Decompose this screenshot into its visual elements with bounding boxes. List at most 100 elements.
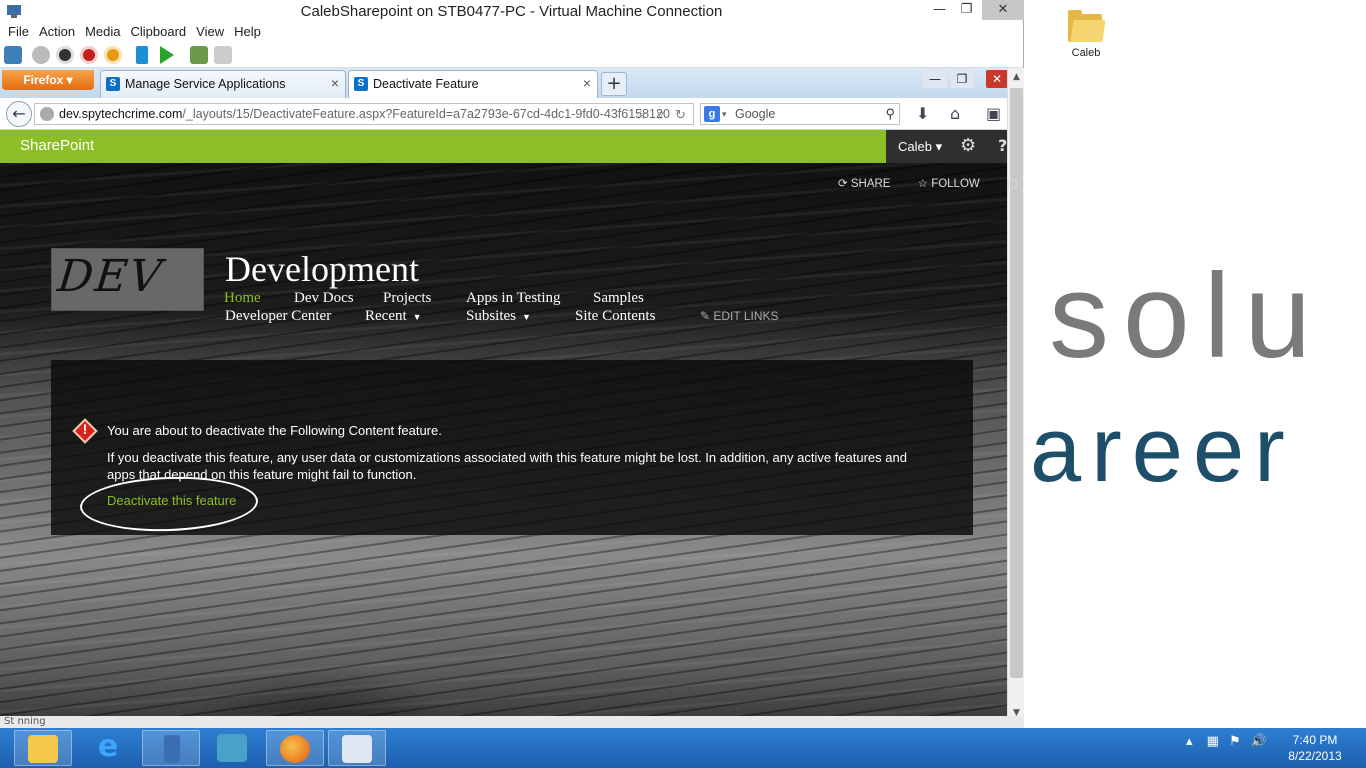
browser-restore-button[interactable]: ❐ bbox=[950, 70, 974, 88]
nav-dev-docs[interactable]: Dev Docs bbox=[294, 290, 354, 307]
turn-off-icon[interactable] bbox=[56, 46, 74, 64]
volume-icon[interactable]: 🔊 bbox=[1251, 734, 1267, 749]
edit-links-button[interactable]: ✎ EDIT LINKS bbox=[700, 309, 779, 323]
nav-home[interactable]: Home bbox=[224, 290, 261, 307]
close-button[interactable]: ✕ bbox=[982, 0, 1024, 20]
folder-icon bbox=[28, 735, 58, 763]
taskbar: e ▴ ▦ ⚑ 🔊 7:40 PM 8/22/2013 bbox=[0, 728, 1366, 768]
vm-menu-bar: File Action Media Clipboard View Help bbox=[0, 22, 1023, 42]
share-button[interactable]: ⟳ SHARE bbox=[838, 178, 902, 190]
tab-bar: Firefox ▾ S Manage Service Applications … bbox=[0, 68, 1024, 98]
nav-projects[interactable]: Projects bbox=[383, 290, 431, 307]
tab-manage-service-applications[interactable]: S Manage Service Applications × bbox=[100, 70, 346, 98]
taskbar-internet-explorer[interactable]: e bbox=[80, 730, 138, 766]
site-title[interactable]: Development bbox=[225, 248, 419, 290]
new-tab-button[interactable]: + bbox=[601, 72, 627, 96]
bookmark-star-icon[interactable]: ☆ bbox=[635, 105, 647, 124]
warning-message: You are about to deactivate the Followin… bbox=[107, 423, 442, 438]
nav-subsites[interactable]: Subsites ▼ bbox=[466, 308, 531, 325]
google-icon[interactable]: g bbox=[704, 106, 720, 122]
search-icon[interactable]: ⚲ bbox=[885, 104, 895, 124]
menu-help[interactable]: Help bbox=[230, 22, 267, 42]
nav-apps-in-testing[interactable]: Apps in Testing bbox=[466, 290, 561, 307]
ctrl-alt-del-icon[interactable] bbox=[4, 46, 22, 64]
nav-site-contents[interactable]: Site Contents bbox=[575, 308, 655, 325]
tab-close-icon[interactable]: × bbox=[583, 75, 591, 91]
menu-action[interactable]: Action bbox=[35, 22, 81, 42]
taskbar-firefox[interactable] bbox=[266, 730, 324, 766]
taskbar-file-explorer[interactable] bbox=[14, 730, 72, 766]
reload-icon[interactable]: ↻ bbox=[675, 105, 686, 124]
browser-close-button[interactable]: ✕ bbox=[986, 70, 1008, 88]
shutdown-icon[interactable] bbox=[80, 46, 98, 64]
wallpaper-text: solu bbox=[1049, 249, 1326, 383]
revert-icon[interactable] bbox=[214, 46, 232, 64]
taskbar-server-manager[interactable] bbox=[142, 730, 200, 766]
flag-icon[interactable]: ⚑ bbox=[1229, 734, 1241, 749]
vm-title-bar: CalebSharepoint on STB0477-PC - Virtual … bbox=[0, 0, 1024, 22]
user-menu[interactable]: Caleb ▾ bbox=[898, 139, 942, 155]
history-dropdown-icon[interactable]: ▿ bbox=[657, 105, 664, 124]
url-bar[interactable]: dev.spytechcrime.com/_layouts/15/Deactiv… bbox=[34, 103, 694, 125]
url-path: /_layouts/15/DeactivateFeature.aspx?Feat… bbox=[182, 107, 670, 121]
firefox-menu-button[interactable]: Firefox ▾ bbox=[2, 70, 94, 90]
follow-button[interactable]: ☆ FOLLOW bbox=[918, 178, 992, 190]
save-state-icon[interactable] bbox=[104, 46, 122, 64]
pause-icon[interactable] bbox=[136, 46, 148, 64]
wallpaper-text: areer bbox=[1030, 399, 1295, 501]
taskbar-hyper-v[interactable] bbox=[204, 730, 262, 766]
menu-view[interactable]: View bbox=[192, 22, 230, 42]
nav-recent[interactable]: Recent ▼ bbox=[365, 308, 422, 325]
nav-samples[interactable]: Samples bbox=[593, 290, 644, 307]
url-domain: dev.spytechcrime.com bbox=[59, 107, 183, 121]
search-placeholder: Google bbox=[735, 107, 776, 121]
warning-detail-line-1: If you deactivate this feature, any user… bbox=[107, 450, 907, 465]
desktop-icon-label: Caleb bbox=[1071, 47, 1101, 59]
taskbar-vm-connection[interactable] bbox=[328, 730, 386, 766]
vm-status-bar: St nning bbox=[0, 716, 1024, 728]
focus-icon[interactable]: ▢ bbox=[1007, 178, 1018, 190]
folder-icon bbox=[1066, 8, 1106, 44]
desktop-folder-caleb[interactable]: Caleb bbox=[1062, 8, 1110, 59]
menu-clipboard[interactable]: Clipboard bbox=[127, 22, 193, 42]
gear-icon[interactable]: ⚙ bbox=[960, 135, 976, 156]
home-icon[interactable]: ⌂ bbox=[950, 104, 960, 123]
globe-icon bbox=[40, 107, 54, 121]
server-icon bbox=[164, 735, 180, 763]
search-input[interactable]: g ▾ Google ⚲ bbox=[700, 103, 900, 125]
help-icon[interactable]: ? bbox=[998, 136, 1007, 155]
tab-close-icon[interactable]: × bbox=[331, 75, 339, 91]
minimize-button[interactable]: — bbox=[926, 0, 953, 20]
bookmarks-icon[interactable]: ▣ bbox=[986, 104, 1001, 123]
desktop: Caleb solu areer bbox=[1024, 0, 1366, 728]
sharepoint-favicon-icon: S bbox=[354, 77, 368, 91]
chevron-down-icon: ▼ bbox=[412, 312, 422, 322]
back-button[interactable]: ← bbox=[6, 101, 32, 127]
network-icon[interactable]: ▦ bbox=[1207, 734, 1219, 749]
vertical-scrollbar[interactable]: ▲ ▼ bbox=[1007, 68, 1024, 724]
search-engine-dropdown-icon[interactable]: ▾ bbox=[722, 104, 727, 124]
show-hidden-icons-icon[interactable]: ▴ bbox=[1186, 734, 1193, 749]
maximize-button[interactable]: ❐ bbox=[953, 0, 980, 20]
site-logo[interactable]: DEV bbox=[51, 248, 204, 311]
downloads-icon[interactable]: ⬇ bbox=[916, 104, 929, 123]
chevron-down-icon: ▼ bbox=[522, 312, 531, 322]
sharepoint-brand[interactable]: SharePoint bbox=[20, 137, 94, 154]
clock[interactable]: 7:40 PM 8/22/2013 bbox=[1280, 732, 1350, 764]
clock-date: 8/22/2013 bbox=[1288, 749, 1342, 763]
menu-file[interactable]: File bbox=[4, 22, 35, 42]
browser-minimize-button[interactable]: — bbox=[923, 70, 947, 88]
scroll-up-icon[interactable]: ▲ bbox=[1010, 72, 1023, 82]
tab-deactivate-feature[interactable]: S Deactivate Feature × bbox=[348, 70, 598, 98]
sharepoint-favicon-icon: S bbox=[106, 77, 120, 91]
vm-connection-icon bbox=[342, 735, 372, 763]
tab-label: Manage Service Applications bbox=[125, 77, 286, 91]
menu-media[interactable]: Media bbox=[81, 22, 126, 42]
vm-toolbar bbox=[0, 42, 1023, 68]
resume-icon[interactable] bbox=[160, 46, 174, 64]
checkpoint-icon[interactable] bbox=[190, 46, 208, 64]
nav-developer-center[interactable]: Developer Center bbox=[225, 308, 331, 325]
internet-explorer-icon: e bbox=[97, 729, 119, 764]
system-tray: ▴ ▦ ⚑ 🔊 bbox=[1186, 734, 1267, 749]
start-icon[interactable] bbox=[32, 46, 50, 64]
